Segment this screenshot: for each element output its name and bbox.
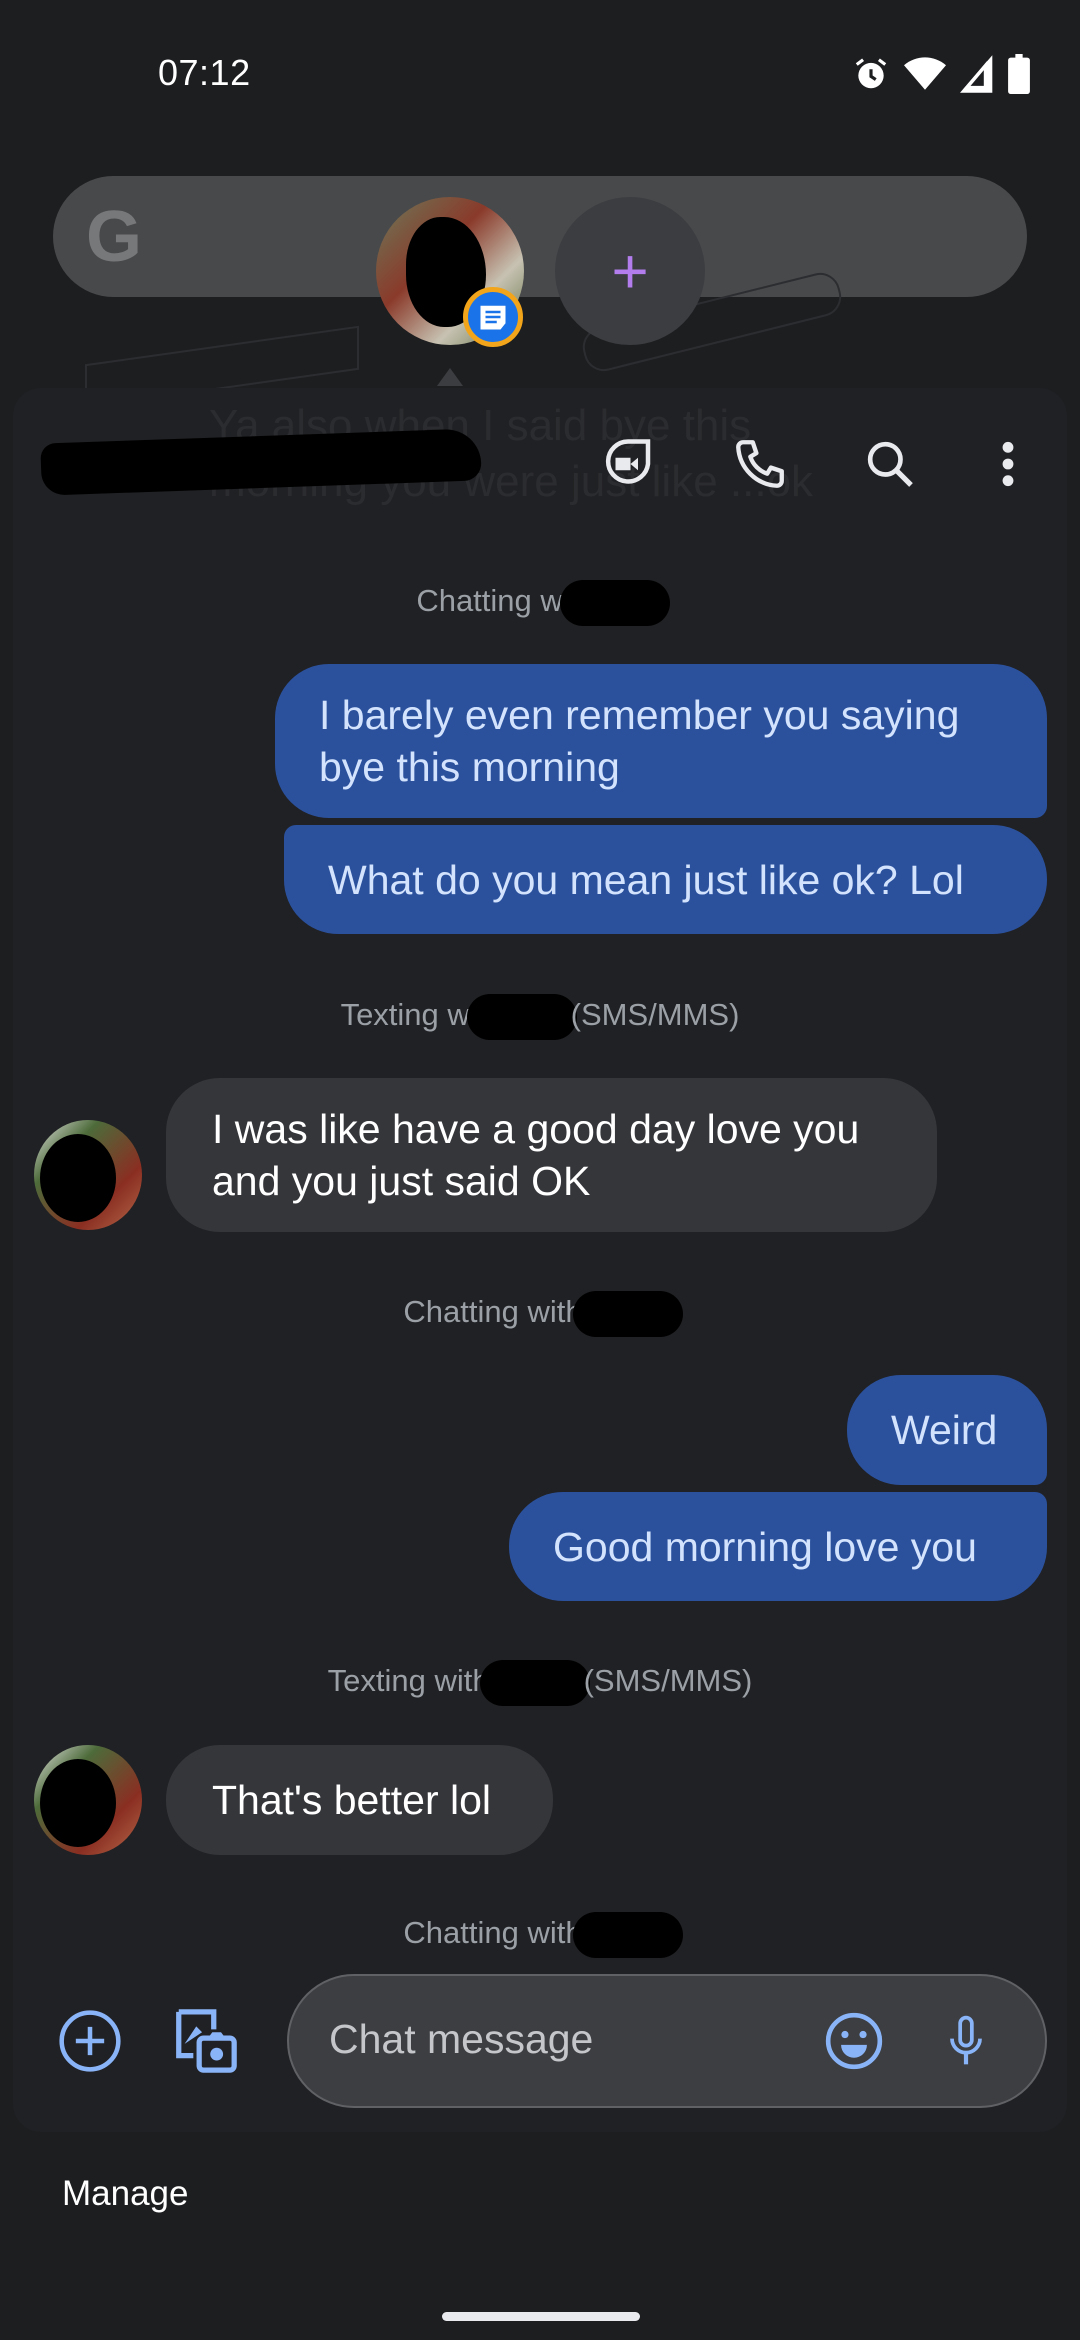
voice-call-button[interactable] (724, 428, 796, 500)
outgoing-message[interactable]: I barely even remember you saying bye th… (275, 664, 1047, 818)
attach-button[interactable] (52, 2003, 128, 2079)
outgoing-message[interactable]: What do you mean just like ok? Lol (284, 825, 1047, 934)
microphone-icon (950, 2015, 982, 2065)
search-icon (867, 441, 913, 487)
incoming-message[interactable]: That's better lol (166, 1745, 553, 1855)
plus-icon: + (611, 235, 649, 307)
chat-message-input[interactable]: Chat message (287, 1974, 1047, 2108)
video-call-button[interactable] (592, 428, 664, 500)
conversation-mode-label: Texting with (SMS/MMS) (13, 1660, 1067, 1706)
alarm-icon (855, 58, 887, 89)
status-time: 07:12 (158, 52, 251, 93)
more-options-button[interactable] (972, 428, 1044, 500)
conversation-mode-label: Chatting with (13, 1291, 1067, 1337)
chat-header: Ya also when I said bye this morning you… (13, 388, 1067, 538)
status-icons (852, 52, 1030, 96)
add-circle-icon (59, 2010, 121, 2072)
redacted-name (466, 994, 577, 1040)
contact-avatar[interactable] (34, 1120, 142, 1230)
bubble-pointer (437, 368, 463, 386)
contact-avatar[interactable] (34, 1745, 142, 1855)
conversation-mode-label: Chatting wi (13, 580, 1067, 626)
messages-app-badge (463, 287, 523, 347)
redacted-name (572, 1291, 683, 1337)
redacted-name (559, 580, 670, 626)
google-logo: G (86, 197, 143, 277)
add-bubble-button[interactable]: + (555, 197, 705, 345)
messages-icon (480, 305, 506, 330)
chat-bubble-window: Ya also when I said bye this morning you… (13, 388, 1067, 2132)
redacted-name (572, 1912, 683, 1958)
manage-bubbles-button[interactable]: Manage (62, 2174, 188, 2214)
search-button[interactable] (854, 428, 926, 500)
cellular-signal-icon (960, 55, 993, 93)
outgoing-message[interactable]: Weird (847, 1375, 1047, 1485)
redacted-name (479, 1660, 590, 1706)
emoji-button[interactable] (816, 2003, 892, 2079)
conversation-mode-label: Chatting with (13, 1912, 1067, 1958)
wifi-icon (904, 57, 946, 90)
google-search-bar[interactable] (53, 176, 1027, 297)
more-vert-icon (1002, 441, 1014, 487)
incoming-message[interactable]: I was like have a good day love you and … (166, 1078, 937, 1232)
gallery-camera-button[interactable] (167, 2003, 243, 2079)
battery-icon (1008, 54, 1030, 94)
gesture-navigation-bar[interactable] (442, 2312, 640, 2321)
outgoing-message[interactable]: Good morning love you (509, 1492, 1047, 1601)
emoji-icon (825, 2012, 883, 2070)
gallery-camera-icon (176, 2009, 237, 2073)
voice-input-button[interactable] (928, 2003, 1004, 2079)
duo-video-icon (605, 439, 651, 484)
conversation-mode-label: Texting wi (SMS/MMS) (13, 994, 1067, 1040)
chat-message-placeholder: Chat message (329, 2016, 594, 2062)
phone-icon (736, 440, 784, 488)
